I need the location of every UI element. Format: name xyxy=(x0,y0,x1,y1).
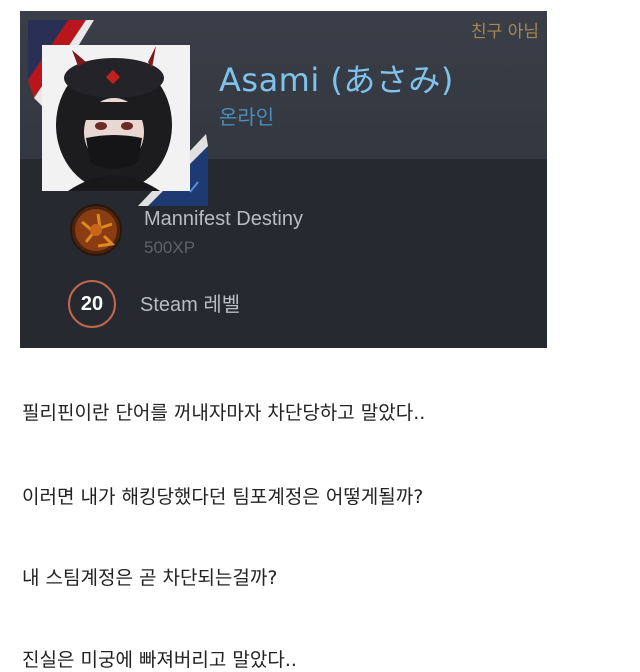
steam-profile-card: 친구 아님 Asami (あさみ) 온라인 Mannifest Destiny … xyxy=(20,11,547,348)
avatar[interactable] xyxy=(28,20,208,206)
online-status: 온라인 xyxy=(219,105,275,129)
persona-name[interactable]: Asami (あさみ) xyxy=(219,55,454,101)
badge-icon xyxy=(68,202,124,258)
level-label: Steam 레벨 xyxy=(140,294,241,316)
friend-status-label: 친구 아님 xyxy=(471,22,539,42)
steam-level[interactable]: 20 Steam 레벨 xyxy=(68,280,368,328)
badge-xp: 500XP xyxy=(144,238,196,257)
post-text-line: 이러면 내가 해킹당했다던 팀포계정은 어떻게될까? xyxy=(22,486,424,508)
featured-badge[interactable]: Mannifest Destiny 500XP xyxy=(68,202,528,260)
post-text-line: 필리핀이란 단어를 꺼내자마자 차단당하고 말았다.. xyxy=(22,402,426,424)
badge-name: Mannifest Destiny xyxy=(144,208,303,230)
level-badge: 20 xyxy=(68,280,116,328)
post-text-line: 내 스팀계정은 곧 차단되는걸까? xyxy=(22,567,278,589)
